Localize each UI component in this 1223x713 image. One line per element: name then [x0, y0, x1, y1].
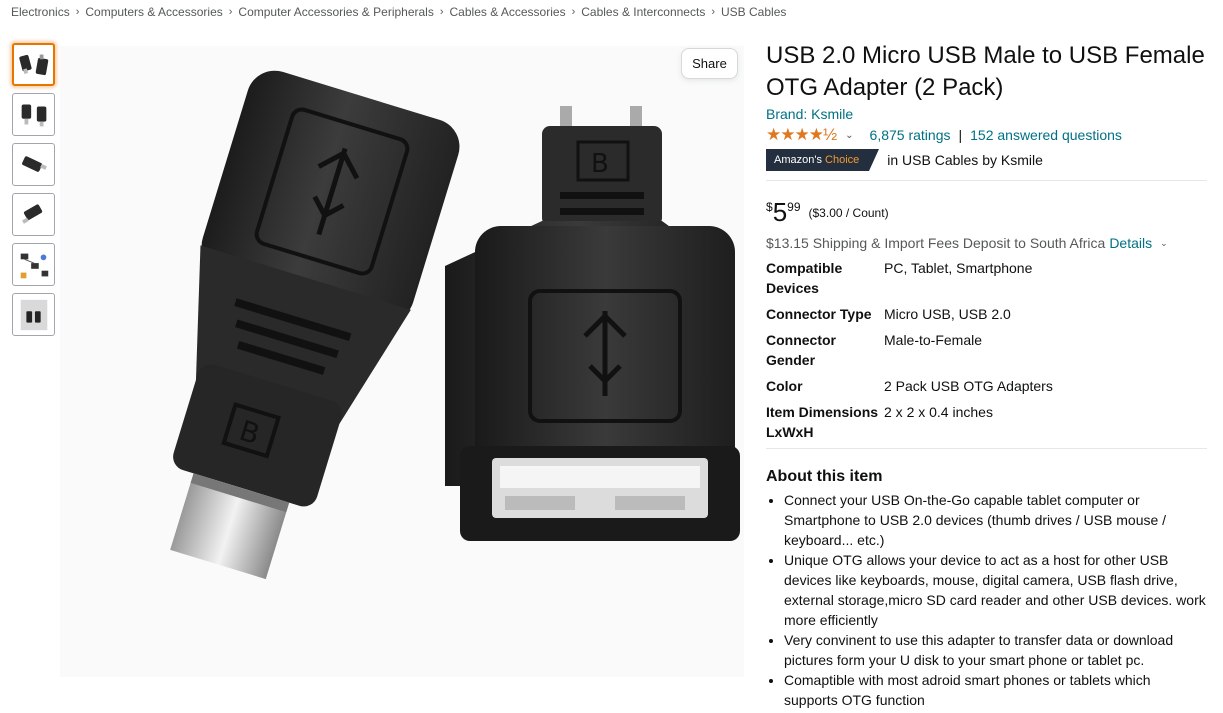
brand-link[interactable]: Brand: Ksmile [766, 106, 1208, 122]
star-icon[interactable]: ★★★★½ [766, 125, 837, 145]
spec-label: Connector Type [766, 306, 872, 322]
chevron-right-icon: › [439, 6, 444, 18]
ratings-row: ★★★★½ ⌄ 6,875 ratings | 152 answered que… [766, 124, 1208, 146]
shipping-text: $13.15 Shipping & Import Fees Deposit to… [766, 235, 1106, 251]
unit-price: ($3.00 / Count) [808, 206, 889, 220]
specs-table: Compatible Devices PC, Tablet, Smartphon… [766, 258, 1208, 442]
spec-value: PC, Tablet, Smartphone [884, 260, 1033, 276]
thumbnail-2[interactable] [12, 93, 55, 136]
breadcrumb: Electronics › Computers & Accessories › … [11, 5, 786, 19]
breadcrumb-computer-accessories-peripherals[interactable]: Computer Accessories & Peripherals [238, 5, 433, 19]
spec-value: 2 Pack USB OTG Adapters [884, 378, 1053, 394]
thumbnail-4[interactable] [12, 193, 55, 236]
chevron-right-icon: › [75, 6, 80, 18]
thumbnail-strip [12, 43, 56, 343]
badge-prefix: Amazon's [774, 154, 822, 166]
spec-label: Connector Gender [766, 332, 836, 368]
divider [766, 448, 1207, 449]
spec-label: Color [766, 378, 803, 394]
svg-text:B: B [591, 149, 609, 179]
breadcrumb-electronics[interactable]: Electronics [11, 5, 70, 19]
chevron-right-icon: › [228, 6, 233, 18]
spec-label: Item Dimensions LxWxH [766, 404, 879, 440]
divider [766, 180, 1207, 181]
usb-adapters-image: B B [60, 46, 744, 677]
product-title: USB 2.0 Micro USB Male to USB Female OTG… [766, 42, 1205, 101]
price-whole: 5 [772, 197, 788, 227]
about-bullets: Connect your USB On-the-Go capable table… [766, 490, 1208, 710]
price-fraction: 99 [787, 200, 801, 214]
thumbnail-1[interactable] [12, 43, 55, 86]
spec-row: Item Dimensions LxWxH 2 x 2 x 0.4 inches [766, 402, 1208, 442]
product-details: USB 2.0 Micro USB Male to USB Female OTG… [766, 40, 1208, 710]
price-symbol: $ [766, 200, 773, 214]
thumbnail-5[interactable] [12, 243, 55, 286]
spec-value: Male-to-Female [884, 332, 983, 348]
breadcrumb-usb-cables[interactable]: USB Cables [721, 5, 786, 19]
badge-suffix: Choice [825, 154, 860, 166]
chevron-down-icon[interactable]: ⌄ [845, 130, 853, 141]
amazons-choice-text: in USB Cables by Ksmile [887, 152, 1043, 168]
shipping-info: $13.15 Shipping & Import Fees Deposit to… [766, 235, 1208, 251]
thumbnail-6[interactable] [12, 293, 55, 336]
about-title: About this item [766, 468, 883, 485]
amazons-choice-badge: Amazon's Choice [766, 149, 880, 171]
chevron-right-icon: › [711, 6, 715, 18]
answered-questions-link[interactable]: 152 answered questions [970, 127, 1122, 143]
details-link[interactable]: Details [1109, 235, 1152, 251]
chevron-right-icon: › [571, 6, 576, 18]
spec-row: Connector Type Micro USB, USB 2.0 [766, 304, 1208, 324]
spec-value: Micro USB, USB 2.0 [884, 306, 1011, 322]
breadcrumb-cables-interconnects[interactable]: Cables & Interconnects [581, 5, 705, 19]
main-product-image[interactable]: B B [60, 46, 744, 677]
breadcrumb-computers-accessories[interactable]: Computers & Accessories [85, 5, 222, 19]
separator: | [958, 127, 963, 143]
ratings-count-link[interactable]: 6,875 ratings [870, 127, 951, 143]
share-button[interactable]: Share [681, 48, 738, 79]
spec-row: Color 2 Pack USB OTG Adapters [766, 376, 1208, 396]
amazons-choice-row: Amazon's Choice in USB Cables by Ksmile [766, 149, 1208, 171]
spec-value: 2 x 2 x 0.4 inches [884, 404, 993, 420]
spec-row: Connector Gender Male-to-Female [766, 330, 1208, 370]
list-item: Connect your USB On-the-Go capable table… [784, 490, 1208, 550]
thumbnail-3[interactable] [12, 143, 55, 186]
chevron-down-icon[interactable]: ⌄ [1160, 238, 1168, 249]
spec-row: Compatible Devices PC, Tablet, Smartphon… [766, 258, 1208, 298]
breadcrumb-cables-accessories[interactable]: Cables & Accessories [450, 5, 566, 19]
list-item: Unique OTG allows your device to act as … [784, 550, 1208, 630]
list-item: Very convinent to use this adapter to tr… [784, 630, 1208, 670]
price: $ 5 99 ($3.00 / Count) [766, 199, 1208, 227]
list-item: Comaptible with most adroid smart phones… [784, 670, 1208, 710]
spec-label: Compatible Devices [766, 260, 843, 296]
